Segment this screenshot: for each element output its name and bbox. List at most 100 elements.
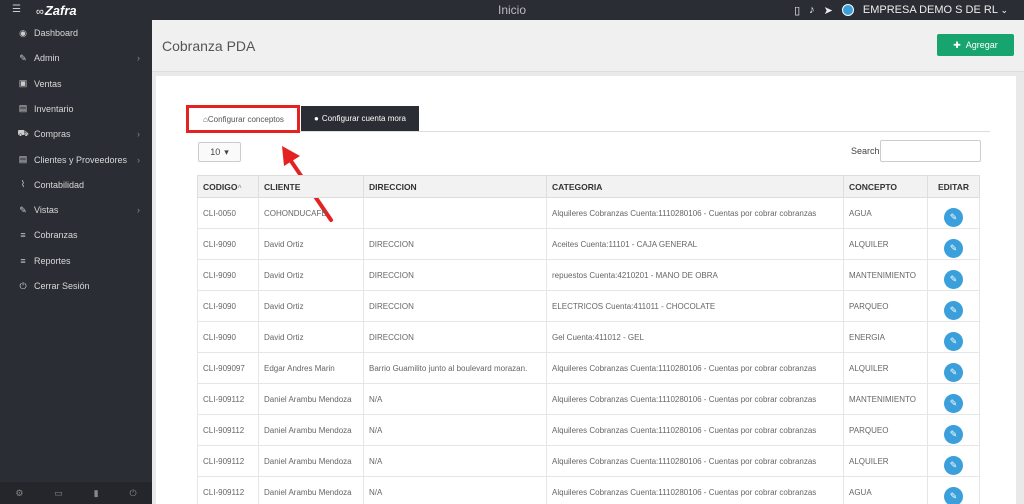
edit-icon[interactable]: ✎ bbox=[944, 207, 963, 227]
cell-direccion: N/A bbox=[363, 383, 547, 415]
wrench-icon: ✎ bbox=[19, 52, 27, 63]
cell-editar: ✎ bbox=[927, 476, 980, 504]
topbar-actions: ▯ ♪ ➤ EMPRESA DEMO S DE RL ⌄ bbox=[794, 0, 1024, 20]
sidebar: ◉ Dashboard ✎ Admin › ▣ Ventas ▤ Inventario ⛟ Comp… bbox=[0, 20, 152, 504]
cell-codigo: CLI-909112 bbox=[197, 445, 259, 477]
col-header-direccion[interactable]: DIRECCION bbox=[363, 175, 547, 198]
cell-direccion: DIRECCION bbox=[363, 228, 547, 260]
cell-concepto: AGUA bbox=[843, 197, 928, 229]
table-row: CLI-9090 David Ortiz DIRECCION Aceites Cuen… bbox=[197, 228, 980, 260]
cell-codigo: CLI-0050 bbox=[197, 197, 259, 229]
cell-cliente: Edgar Andres Marin bbox=[258, 352, 364, 384]
sidebar-item-3[interactable]: ▤ Inventario bbox=[0, 98, 152, 120]
sidebar-item-label: Contabilidad bbox=[34, 179, 85, 190]
power-icon[interactable]: ⏻ bbox=[129, 488, 136, 499]
table-header-row: CODIGO^ CLIENTE DIRECCION CATEGORIA CONC… bbox=[197, 175, 980, 198]
company-menu[interactable]: EMPRESA DEMO S DE RL ⌄ bbox=[863, 4, 1008, 16]
table-row: CLI-0050 COHONDUCAFE Alquileres Cobranzas … bbox=[197, 197, 980, 229]
caret-down-icon: ▾ bbox=[224, 146, 229, 157]
bell-icon[interactable]: ♪ bbox=[809, 4, 815, 16]
edit-icon[interactable]: ✎ bbox=[944, 362, 963, 382]
avatar[interactable] bbox=[841, 4, 854, 16]
cell-codigo: CLI-909097 bbox=[197, 352, 259, 384]
sidebar-item-9[interactable]: ≡ Reportes bbox=[0, 250, 152, 272]
sidebar-item-label: Ventas bbox=[34, 78, 62, 89]
sidebar-item-label: Inventario bbox=[34, 103, 74, 114]
cell-categoria: Alquileres Cobranzas Cuenta:1110280106 -… bbox=[546, 383, 844, 415]
col-header-categoria[interactable]: CATEGORIA bbox=[546, 175, 844, 198]
book-icon: ▤ bbox=[18, 103, 28, 114]
cell-concepto: AGUA bbox=[843, 476, 928, 504]
table-row: CLI-909112 Daniel Arambu Mendoza N/A Alquil… bbox=[197, 445, 980, 477]
sidebar-item-4[interactable]: ⛟ Compras › bbox=[0, 123, 152, 145]
sidebar-item-label: Clientes y Proveedores bbox=[34, 154, 128, 165]
sidebar-item-6[interactable]: ⌇ Contabilidad bbox=[0, 174, 152, 196]
cell-editar: ✎ bbox=[927, 414, 980, 446]
edit-icon[interactable]: ✎ bbox=[944, 300, 963, 320]
add-button[interactable]: ✚ Agregar bbox=[937, 34, 1014, 56]
cell-direccion: DIRECCION bbox=[363, 321, 547, 353]
edit-icon[interactable]: ✎ bbox=[944, 393, 963, 413]
col-header-concepto[interactable]: CONCEPTO bbox=[843, 175, 928, 198]
cell-cliente: COHONDUCAFE bbox=[258, 197, 364, 229]
lock-icon[interactable]: ▮ bbox=[94, 488, 99, 499]
col-header-label: DIRECCION bbox=[369, 181, 417, 192]
cart-icon: ⛟ bbox=[17, 128, 29, 139]
page-size-select[interactable]: 10 ▾ bbox=[198, 142, 241, 162]
settings-icon[interactable]: ⚙ bbox=[15, 488, 23, 499]
cell-direccion: Barrio Guamilito junto al boulevard mora… bbox=[363, 352, 547, 384]
sidebar-item-label: Dashboard bbox=[34, 28, 79, 38]
cell-codigo: CLI-9090 bbox=[197, 259, 259, 291]
sidebar-item-2[interactable]: ▣ Ventas bbox=[0, 73, 152, 95]
send-icon[interactable]: ➤ bbox=[824, 4, 833, 17]
edit-icon[interactable]: ✎ bbox=[944, 331, 963, 351]
cell-cliente: David Ortiz bbox=[258, 321, 364, 353]
cell-categoria: Alquileres Cobranzas Cuenta:1110280106 -… bbox=[546, 352, 844, 384]
cell-direccion: DIRECCION bbox=[363, 290, 547, 322]
edit-icon[interactable]: ✎ bbox=[944, 424, 963, 444]
edit-icon[interactable]: ✎ bbox=[944, 238, 963, 258]
edit-icon[interactable]: ✎ bbox=[944, 455, 963, 475]
sidebar-item-5[interactable]: ▤ Clientes y Proveedores › bbox=[0, 149, 152, 171]
sidebar-item-label: Admin bbox=[34, 53, 60, 64]
sidebar-item-7[interactable]: ✎ Vistas › bbox=[0, 199, 152, 221]
cell-direccion bbox=[363, 197, 547, 229]
cell-concepto: ENERGIA bbox=[843, 321, 928, 353]
sidebar-item-0[interactable]: ◉ Dashboard bbox=[0, 22, 152, 44]
annotation-highlight-box bbox=[186, 105, 300, 133]
col-header-label: EDITAR bbox=[937, 181, 969, 192]
sidebar-item-label: Cerrar Sesión bbox=[34, 281, 90, 291]
search-input[interactable] bbox=[880, 140, 981, 162]
user-icon: ● bbox=[314, 114, 319, 123]
sidebar-item-10[interactable]: ⏻ Cerrar Sesión bbox=[0, 275, 152, 297]
cell-cliente: David Ortiz bbox=[258, 228, 364, 260]
fullscreen-icon[interactable]: ▭ bbox=[54, 488, 63, 499]
cell-codigo: CLI-909112 bbox=[197, 414, 259, 446]
tab-configurar-cuenta-mora[interactable]: ● Configurar cuenta mora bbox=[301, 106, 419, 131]
cell-direccion: N/A bbox=[363, 414, 547, 446]
edit-icon[interactable]: ✎ bbox=[944, 486, 963, 504]
sidebar-item-label: Vistas bbox=[34, 205, 59, 216]
table-row: CLI-909112 Daniel Arambu Mendoza N/A Alquil… bbox=[197, 383, 980, 415]
cell-concepto: PARQUEO bbox=[843, 414, 928, 446]
cell-categoria: Gel Cuenta:411012 - GEL bbox=[546, 321, 844, 353]
cell-categoria: Alquileres Cobranzas Cuenta:1110280106 -… bbox=[546, 445, 844, 477]
cell-categoria: Alquileres Cobranzas Cuenta:1110280106 -… bbox=[546, 197, 844, 229]
dashboard-icon: ◉ bbox=[19, 27, 27, 38]
table-row: CLI-909112 Daniel Arambu Mendoza N/A Alquil… bbox=[197, 476, 980, 504]
col-header-codigo[interactable]: CODIGO^ bbox=[197, 175, 259, 198]
tab-label: Configurar cuenta mora bbox=[321, 114, 406, 123]
plus-icon: ✚ bbox=[953, 39, 961, 50]
main-panel: ⌂ Configurar conceptos ● Configurar cuenta… bbox=[156, 76, 1016, 504]
cell-concepto: ALQUILER bbox=[843, 445, 928, 477]
cell-editar: ✎ bbox=[927, 228, 980, 260]
search-label: Search: bbox=[851, 146, 883, 156]
sidebar-item-8[interactable]: ≡ Cobranzas bbox=[0, 224, 152, 246]
edit-icon[interactable]: ✎ bbox=[944, 269, 963, 289]
table-row: CLI-909112 Daniel Arambu Mendoza N/A Alquil… bbox=[197, 414, 980, 446]
mobile-icon[interactable]: ▯ bbox=[794, 4, 800, 17]
sidebar-item-1[interactable]: ✎ Admin › bbox=[0, 47, 152, 69]
cell-categoria: repuestos Cuenta:4210201 - MANO DE OBRA bbox=[546, 259, 844, 291]
sidebar-item-label: Reportes bbox=[34, 255, 71, 266]
col-header-cliente[interactable]: CLIENTE bbox=[258, 175, 364, 198]
